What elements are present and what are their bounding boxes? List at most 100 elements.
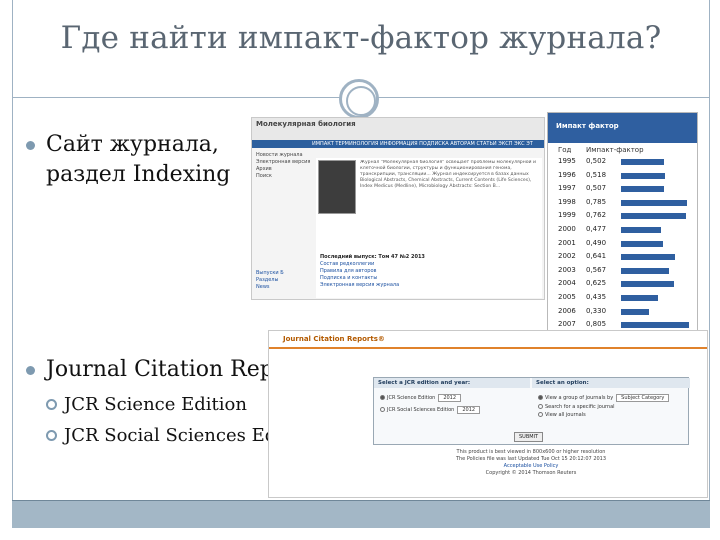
impact-table-row: 2006 0,330 <box>548 305 697 319</box>
impact-table-row: 1999 0,762 <box>548 209 697 223</box>
jcr-notes: This product is best viewed in 800x600 o… <box>373 449 689 477</box>
jcr-logo: Journal Citation Reports® <box>283 335 385 343</box>
row-value: 0,518 <box>586 170 607 179</box>
impact-bar <box>621 186 664 193</box>
site-left-item: Электронная версия <box>256 159 311 165</box>
radio-icon[interactable] <box>380 407 385 412</box>
impact-table-row: 1995 0,502 <box>548 155 697 169</box>
site-link: Электронная версия журнала <box>320 282 400 288</box>
jcr-option-all[interactable]: View all journals <box>538 412 586 418</box>
row-year: 2001 <box>558 238 576 247</box>
impact-bar <box>621 213 686 220</box>
impact-bar <box>621 159 664 165</box>
impact-table-row: 2000 0,477 <box>548 223 697 237</box>
jcr-edition-header: Select a JCR edition and year: <box>374 378 530 388</box>
site-left-item: Поиск <box>256 173 272 179</box>
year-select[interactable]: 2012 <box>457 406 481 414</box>
col-year: Год <box>558 146 572 154</box>
jcr-edition-science[interactable]: JCR Science Edition 2012 <box>380 394 462 402</box>
bottom-bar <box>12 500 710 528</box>
impact-table-rows: 1995 0,502 1996 0,518 1997 0,507 1998 0,785 1999… <box>548 155 697 345</box>
row-value: 0,490 <box>586 238 607 247</box>
submit-button[interactable]: SUBMIT <box>514 432 544 442</box>
impact-table-row: 2003 0,567 <box>548 264 697 278</box>
category-select[interactable]: Subject Category <box>616 394 670 402</box>
row-value: 0,435 <box>586 292 607 301</box>
site-header: Молекулярная биология <box>252 118 544 140</box>
radio-icon[interactable] <box>538 395 543 400</box>
year-select[interactable]: 2012 <box>438 394 462 402</box>
row-year: 2005 <box>558 292 576 301</box>
row-year: 2007 <box>558 320 576 329</box>
impact-bar <box>621 226 661 233</box>
row-year: 2000 <box>558 224 576 233</box>
row-value: 0,502 <box>586 157 607 165</box>
radio-icon[interactable] <box>538 412 543 417</box>
radio-icon[interactable] <box>380 395 385 400</box>
slide-title: Где найти импакт-фактор журнала? <box>60 20 662 56</box>
site-journal-name: Молекулярная биология <box>256 120 356 128</box>
jcr-option-header: Select an option: <box>532 378 690 388</box>
impact-table-row: 2004 0,625 <box>548 277 697 291</box>
row-year: 1996 <box>558 170 576 179</box>
row-value: 0,805 <box>586 320 607 329</box>
impact-table-row: 1996 0,518 <box>548 169 697 183</box>
jcr-form: Select a JCR edition and year: Select an… <box>373 377 690 445</box>
bullet-journal-site-line2: раздел Indexing <box>46 162 231 187</box>
row-value: 0,477 <box>586 224 607 233</box>
site-left-item: Новости журнала <box>256 152 303 158</box>
impact-table-header: Год Импакт-фактор <box>548 143 697 155</box>
jcr-option-search[interactable]: Search for a specific journal <box>538 404 615 410</box>
site-left-menu: Новости журнала Электронная версия Архив… <box>256 152 312 291</box>
sub-bullet-science: JCR Science Edition <box>46 393 247 417</box>
sub-bullet-science-label: JCR Science Edition <box>64 394 247 415</box>
journal-website-screenshot: Молекулярная биология ИМПАКТ ТЕРМИНОЛОГИ… <box>251 117 545 300</box>
impact-bar <box>621 281 674 288</box>
ring-ornament-icon <box>339 79 379 119</box>
radio-icon[interactable] <box>538 404 543 409</box>
col-value: Импакт-фактор <box>586 146 644 154</box>
impact-table-row: 2002 0,641 <box>548 250 697 264</box>
site-link: Подписка и контакты <box>320 275 378 281</box>
jcr-option-group[interactable]: View a group of journals by Subject Categ… <box>538 394 670 402</box>
row-year: 2003 <box>558 265 576 274</box>
impact-bar <box>621 240 663 247</box>
impact-table-row: 2005 0,435 <box>548 291 697 305</box>
row-value: 0,330 <box>586 306 607 315</box>
site-links: Последний выпуск: Том 47 №2 2013 Состав … <box>320 254 540 289</box>
bullet-dot-icon <box>26 366 35 375</box>
row-value: 0,567 <box>586 265 607 274</box>
row-year: 2002 <box>558 252 576 261</box>
site-left-link: Выпуски Б <box>256 270 284 276</box>
acceptable-use-link[interactable]: Acceptable Use Policy <box>373 463 689 470</box>
jcr-edition-social[interactable]: JCR Social Sciences Edition 2012 <box>380 406 481 414</box>
row-year: 1998 <box>558 197 576 206</box>
site-link: Состав редколлегии <box>320 261 375 267</box>
row-year: 2006 <box>558 306 576 315</box>
jcr-copyright: Copyright © 2014 Thomson Reuters <box>485 470 577 476</box>
jcr-divider <box>269 347 707 349</box>
impact-table-row: 2001 0,490 <box>548 237 697 251</box>
circle-bullet-icon <box>46 430 57 441</box>
row-year: 1999 <box>558 211 576 220</box>
row-year: 1997 <box>558 184 576 193</box>
circle-bullet-icon <box>46 399 57 410</box>
site-description: Журнал "Молекулярная биология" освещает … <box>360 160 536 189</box>
impact-bar <box>621 199 687 206</box>
jcr-screenshot: Journal Citation Reports® Select a JCR e… <box>268 330 708 498</box>
impact-bar <box>621 254 675 261</box>
site-link: Последний выпуск: Том 47 №2 2013 <box>320 254 425 260</box>
impact-table-row: 1997 0,507 <box>548 182 697 196</box>
journal-cover-image <box>318 160 356 214</box>
row-year: 1995 <box>558 157 576 165</box>
site-link: Правила для авторов <box>320 268 377 274</box>
row-value: 0,641 <box>586 252 607 261</box>
site-main: Журнал "Молекулярная биология" освещает … <box>316 158 542 298</box>
site-left-item: Архив <box>256 166 272 172</box>
jcr-note: The Policies file was last Updated Tue O… <box>455 456 607 462</box>
row-value: 0,507 <box>586 184 607 193</box>
impact-table-row: 1998 0,785 <box>548 196 697 210</box>
row-year: 2004 <box>558 279 576 288</box>
bullet-journal-site-line1: Сайт журнала, <box>46 132 219 157</box>
impact-bar <box>621 172 665 179</box>
